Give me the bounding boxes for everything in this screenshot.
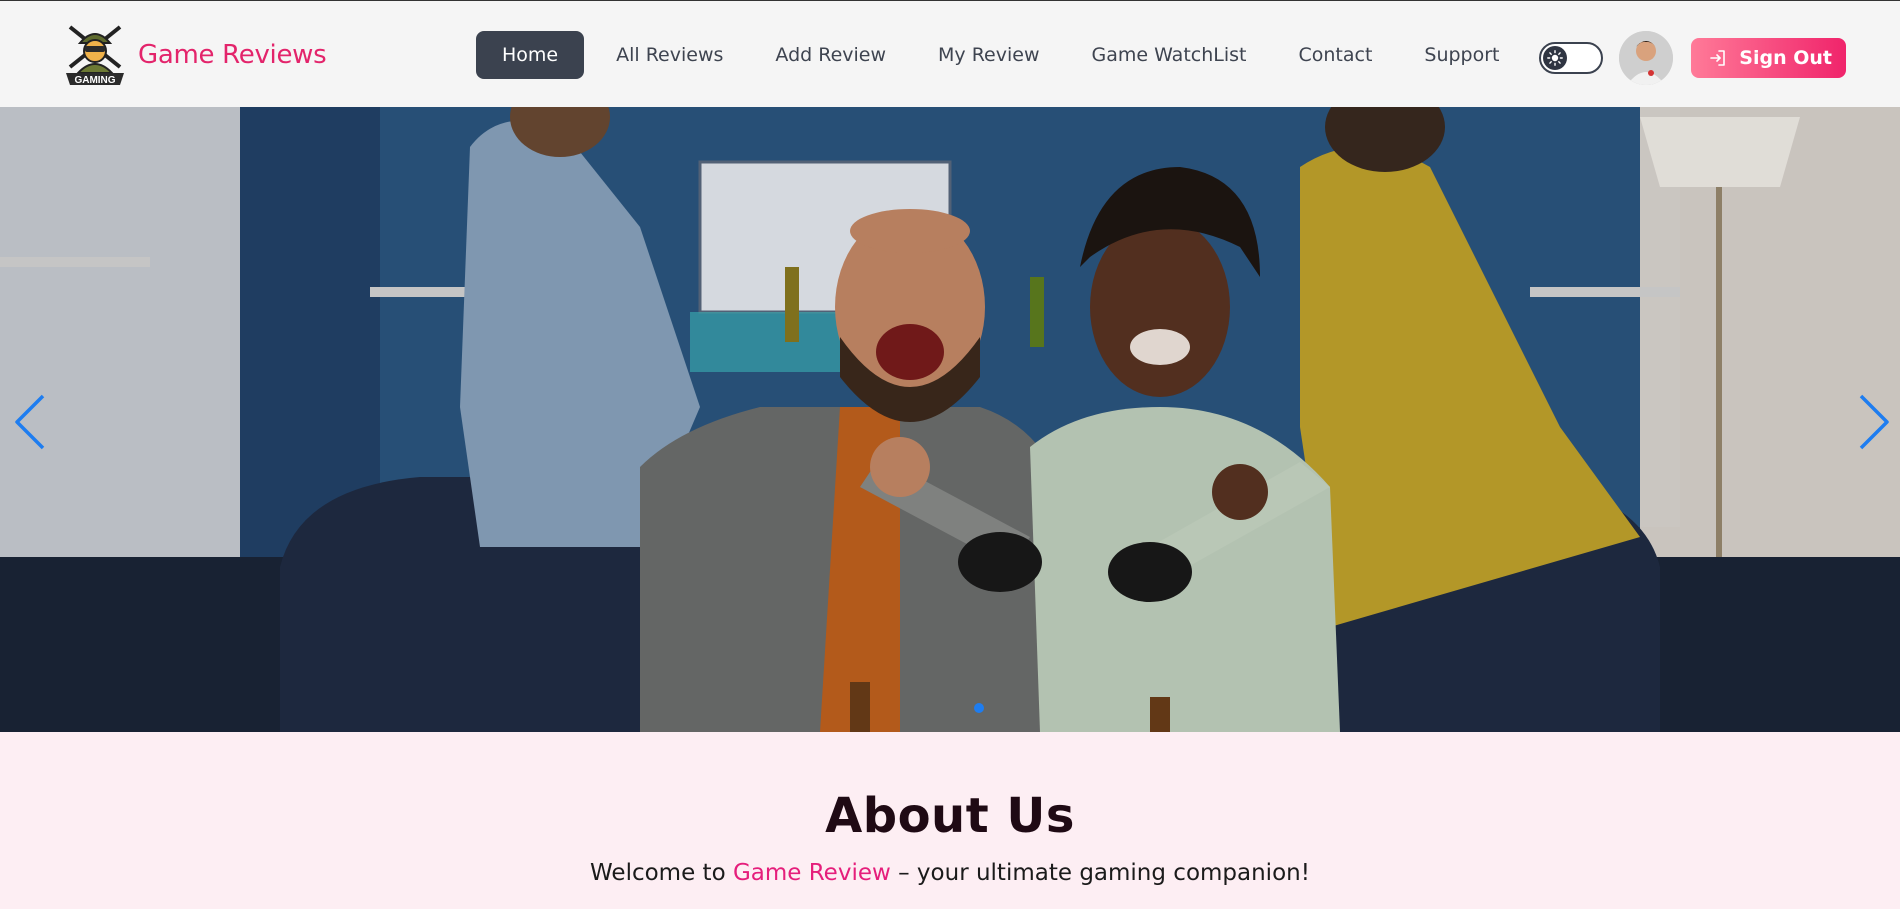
sign-in-arrow-icon (1709, 49, 1727, 67)
chevron-left-icon (15, 394, 45, 450)
hero-slide-image (0, 107, 1900, 732)
about-section: About Us Welcome to Game Review – your u… (0, 732, 1900, 909)
user-avatar[interactable] (1619, 31, 1674, 85)
main-nav: Home All Reviews Add Review My Review Ga… (476, 31, 1526, 79)
brand-title[interactable]: Game Reviews (138, 40, 327, 70)
sun-icon (1543, 46, 1568, 70)
nav-item-my-review[interactable]: My Review (912, 31, 1065, 79)
nav-item-all-reviews[interactable]: All Reviews (590, 31, 749, 79)
brand[interactable]: GAMING Game Reviews (62, 21, 327, 89)
sign-out-button[interactable]: Sign Out (1691, 38, 1846, 78)
navbar: GAMING Game Reviews Home All Reviews Add… (0, 0, 1900, 107)
carousel-dot[interactable] (974, 703, 984, 713)
carousel-pagination (974, 703, 984, 713)
about-intro-highlight: Game Review (732, 860, 891, 886)
gaming-logo-icon[interactable]: GAMING (62, 21, 128, 89)
about-intro-prefix: Welcome to (590, 860, 733, 886)
about-intro-suffix: – your ultimate gaming companion! (890, 860, 1310, 886)
nav-item-support[interactable]: Support (1398, 31, 1525, 79)
sign-out-label: Sign Out (1739, 47, 1832, 69)
nav-item-add-review[interactable]: Add Review (749, 31, 912, 79)
header-actions: Sign Out (1539, 31, 1846, 85)
chevron-right-icon (1859, 394, 1889, 450)
nav-item-home[interactable]: Home (476, 31, 585, 79)
hero-carousel (0, 107, 1900, 732)
carousel-next-button[interactable] (1854, 387, 1894, 457)
nav-item-contact[interactable]: Contact (1272, 31, 1398, 79)
logo-text: GAMING (74, 75, 115, 86)
about-intro: Welcome to Game Review – your ultimate g… (0, 860, 1900, 886)
carousel-prev-button[interactable] (10, 387, 50, 457)
theme-toggle[interactable] (1539, 42, 1604, 74)
nav-item-game-watchlist[interactable]: Game WatchList (1066, 31, 1273, 79)
about-heading: About Us (825, 788, 1075, 844)
